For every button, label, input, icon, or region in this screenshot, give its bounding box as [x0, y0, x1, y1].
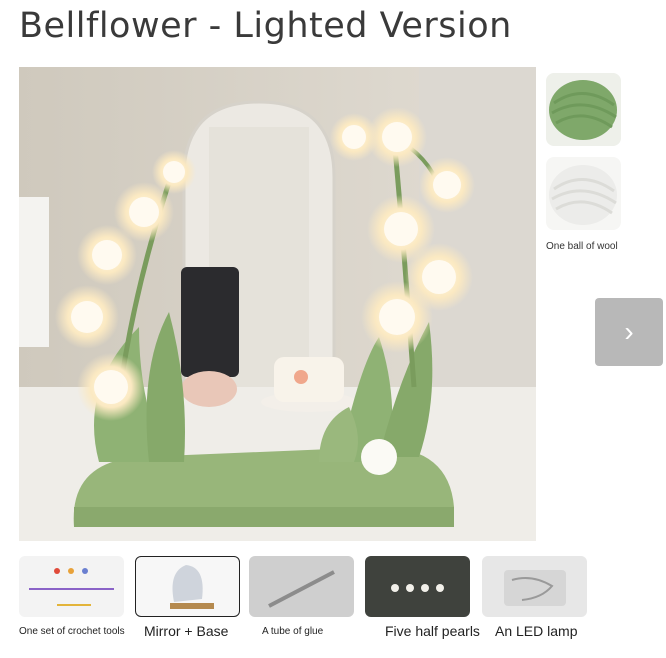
strip-thumb-pearls[interactable] [365, 556, 470, 617]
green-wool-image [546, 73, 621, 146]
chevron-right-icon: › [624, 316, 634, 347]
white-wool-image [546, 157, 621, 230]
glue-image [268, 570, 335, 608]
pearls-image [391, 584, 444, 592]
strip-thumb-crochet-tools[interactable] [19, 556, 124, 617]
thumbnail-white-wool[interactable] [546, 157, 621, 230]
led-lamp-image [504, 570, 566, 606]
strip-label-glue: A tube of glue [262, 626, 324, 637]
thumbnail-green-wool[interactable] [546, 73, 621, 146]
strip-thumb-mirror-base[interactable] [135, 556, 240, 617]
mirror-base-image [170, 565, 214, 609]
strip-label-mirror-base: Mirror + Base [144, 623, 229, 639]
product-title: Bellflower - Lighted Version [19, 6, 512, 46]
strip-thumb-glue[interactable] [249, 556, 354, 617]
strip-thumb-led-lamp[interactable] [482, 556, 587, 617]
crochet-tools-image [29, 568, 114, 606]
strip-label-crochet-tools: One set of crochet tools [19, 626, 125, 637]
main-product-image[interactable] [19, 67, 536, 541]
bellflower-lamp-image [19, 67, 536, 541]
next-image-button[interactable]: › [595, 298, 663, 366]
strip-label-pearls: Five half pearls [385, 623, 480, 639]
thumbnail-caption: One ball of wool [546, 241, 618, 252]
strip-label-led-lamp: An LED lamp [495, 623, 578, 639]
